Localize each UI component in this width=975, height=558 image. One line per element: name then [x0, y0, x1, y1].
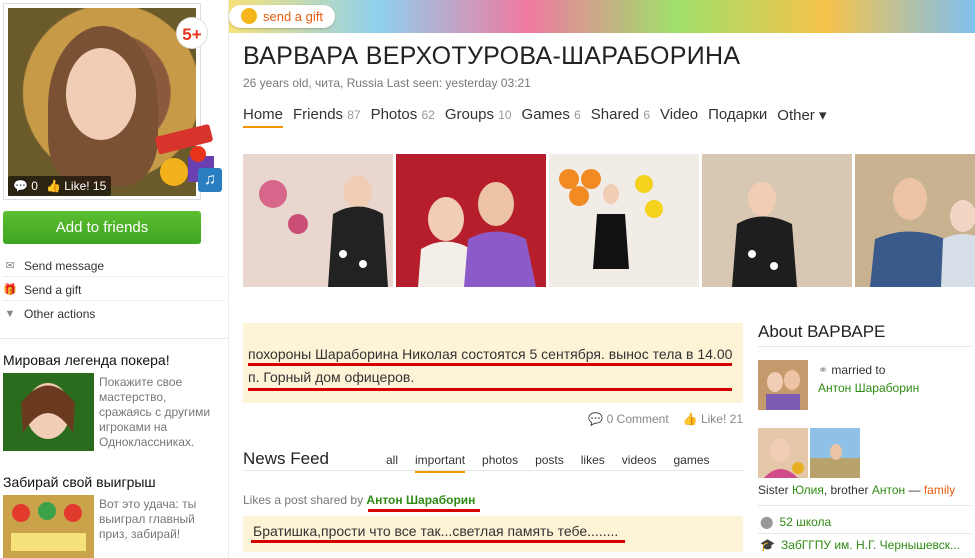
status-underline [248, 388, 732, 391]
comment-icon[interactable]: 💬 0 [13, 176, 38, 196]
feed-item-header: Likes a post shared by Антон Шараборин [243, 493, 475, 507]
status-like-label: Like! 21 [700, 412, 743, 426]
age-rating-badge: 5+ [177, 18, 207, 48]
sister-photo[interactable] [758, 428, 808, 478]
feed-item-user-link[interactable]: Антон Шараборин [366, 493, 475, 507]
photo-thumbnail[interactable] [396, 154, 546, 287]
profile-meta: 26 years old, чита, Russia Last seen: ye… [243, 76, 531, 90]
about-divider [758, 505, 972, 506]
feed-post[interactable]: Братишка,прости что все так...светлая па… [243, 516, 743, 552]
add-to-friends-button[interactable]: Add to friends [3, 211, 201, 244]
about-divider [758, 533, 972, 534]
tab-video[interactable]: Video [660, 106, 698, 128]
envelope-icon: ✉ [5, 259, 15, 272]
avatar-like-label: Like! 15 [64, 179, 107, 193]
school-item[interactable]: ⬤ 52 школа [760, 515, 831, 529]
relatives-sister-label: Sister [758, 483, 789, 497]
university-link: ЗабГГПУ им. Н.Г. Чернышевск... [780, 538, 961, 552]
tab-gifts[interactable]: Подарки [708, 106, 767, 128]
school-icon: ⬤ [760, 515, 774, 529]
ad-text[interactable]: Вот это удача: ты выиграл главный приз, … [99, 497, 219, 542]
sister-link[interactable]: Юлия [792, 483, 824, 497]
tab-other[interactable]: Other ▾ [777, 106, 826, 128]
other-actions-label: Other actions [24, 307, 96, 321]
feed-divider [243, 470, 743, 471]
family-link[interactable]: family [924, 483, 955, 497]
spouse-photo[interactable] [758, 360, 808, 410]
feed-user-underline [368, 509, 480, 512]
profile-name: ВАРВАРА ВЕРХОТУРОВА-ШАРАБОРИНА [243, 42, 741, 70]
tab-friends[interactable]: Friends 87 [293, 106, 361, 128]
like-icon: 👍 [682, 412, 698, 426]
photo-thumbnail[interactable] [243, 154, 393, 287]
about-title: About ВАРВАРЕ [758, 322, 886, 341]
ad-title[interactable]: Мировая легенда покера! [3, 352, 170, 368]
comment-icon: 💬 [588, 412, 604, 426]
send-message-link[interactable]: ✉ Send message [3, 255, 225, 277]
feed-item-prefix: Likes a post shared by [243, 493, 364, 507]
news-feed-title: News Feed [243, 449, 329, 468]
ad-image[interactable] [3, 495, 94, 558]
send-message-label: Send message [24, 258, 105, 273]
university-item[interactable]: 🎓 ЗабГГПУ им. Н.Г. Чернышевск... [760, 538, 960, 552]
graduation-cap-icon: 🎓 [760, 538, 775, 552]
status-text: похороны Шараборина Николая состоятся 5 … [248, 346, 733, 385]
ad-image[interactable] [3, 373, 94, 451]
brother-photo[interactable] [810, 428, 860, 478]
school-link: 52 школа [779, 515, 832, 529]
rings-icon: ⚭ [818, 363, 829, 377]
photo-thumbnail[interactable] [702, 154, 852, 287]
profile-tabs: Home Friends 87 Photos 62 Groups 10 Game… [243, 106, 827, 128]
tab-shared[interactable]: Shared 6 [591, 106, 650, 128]
send-gift-label: Send a gift [24, 282, 82, 297]
married-label: married to [831, 363, 886, 377]
other-actions-link[interactable]: ▼ Other actions [3, 303, 225, 325]
left-column-divider [228, 0, 229, 558]
relatives: Sister Юлия, brother Антон — family [758, 483, 956, 497]
photo-thumbnail[interactable] [855, 154, 975, 287]
avatar-stats: 💬 0 👍 Like! 15 [8, 176, 112, 196]
send-gift-link[interactable]: 🎁 Send a gift [3, 279, 225, 301]
gift-banner[interactable] [229, 0, 975, 33]
relatives-brother-label: brother [830, 483, 869, 497]
music-note-icon[interactable]: ♫ [198, 168, 222, 192]
tab-games[interactable]: Games 6 [522, 106, 581, 128]
send-gift-banner-label: send a gift [263, 9, 323, 24]
triangle-down-icon: ▼ [4, 308, 16, 320]
married-to: ⚭ married to Антон Шараборин [818, 361, 919, 397]
photo-thumbnail[interactable] [549, 154, 699, 287]
status-actions: 💬 0 Comment 👍 Like! 21 [588, 412, 743, 426]
tab-groups[interactable]: Groups 10 [445, 106, 512, 128]
ad-text[interactable]: Покажите свое мастерство, сражаясь с дру… [99, 375, 219, 450]
like-icon[interactable]: 👍 Like! 15 [46, 176, 106, 196]
tab-home[interactable]: Home [243, 106, 284, 128]
send-gift-banner-button[interactable]: send a gift [229, 5, 335, 28]
status-like-button[interactable]: 👍 Like! 21 [683, 412, 743, 426]
feed-post-text: Братишка,прости что все так...светлая па… [253, 523, 619, 539]
brother-link[interactable]: Антон [872, 483, 905, 497]
smiley-icon [241, 8, 257, 24]
gift-icon: 🎁 [3, 283, 17, 296]
about-divider [758, 346, 972, 347]
ad-divider [0, 338, 228, 339]
photo-strip [243, 154, 975, 287]
status-underline [248, 363, 732, 366]
spouse-link[interactable]: Антон Шараборин [818, 379, 919, 397]
status-comment-label: 0 Comment [606, 412, 669, 426]
feed-post-underline [251, 540, 625, 543]
ad-title[interactable]: Забирай свой выигрыш [3, 474, 156, 490]
status-comment-button[interactable]: 💬 0 Comment [588, 412, 668, 426]
tab-photos[interactable]: Photos 62 [371, 106, 435, 128]
avatar-comment-count: 0 [31, 179, 38, 193]
